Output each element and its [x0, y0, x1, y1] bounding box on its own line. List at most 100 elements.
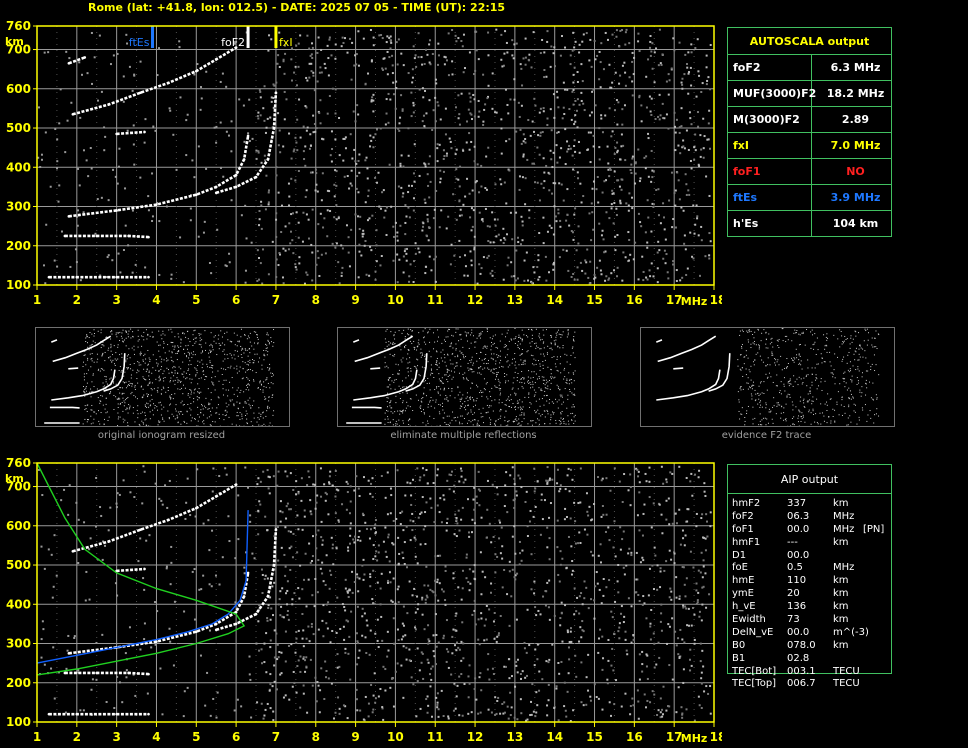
noise-dot [692, 566, 695, 569]
thumbnail-eliminate-image [346, 328, 576, 427]
thumb-noise [444, 341, 446, 343]
noise-dot [522, 153, 525, 156]
noise-dot [537, 254, 540, 257]
thumb-noise [454, 371, 456, 373]
noise-dot [412, 101, 415, 104]
noise-dot [379, 207, 382, 210]
thumb-noise [815, 377, 817, 379]
thumb-noise [552, 413, 554, 415]
noise-dot [525, 651, 528, 654]
noise-dot [615, 207, 618, 210]
noise-dot [576, 266, 579, 269]
thumb-noise [849, 343, 851, 345]
noise-dot [269, 646, 272, 649]
noise-dot [509, 474, 512, 477]
noise-dot [428, 43, 431, 46]
thumb-noise [520, 424, 522, 426]
thumb-noise [530, 387, 532, 389]
noise-dot [632, 258, 635, 261]
thumb-noise [429, 400, 431, 402]
noise-dot [90, 167, 93, 170]
noise-dot [39, 166, 42, 169]
thumb-noise [448, 387, 450, 389]
noise-dot [312, 114, 315, 117]
thumb-noise [103, 423, 105, 425]
thumb-noise [247, 423, 249, 425]
thumb-noise [149, 382, 151, 384]
thumb-noise [807, 393, 809, 395]
noise-dot [618, 626, 621, 629]
thumb-noise [229, 399, 231, 401]
noise-dot [432, 109, 435, 112]
noise-dot [546, 546, 549, 549]
thumb-noise [467, 332, 469, 334]
thumb-noise [750, 347, 752, 349]
noise-dot [385, 233, 388, 236]
noise-dot [684, 173, 687, 176]
noise-dot [452, 193, 455, 196]
thumb-noise [546, 352, 548, 354]
x-tick-label: 16 [626, 293, 643, 307]
noise-dot [681, 77, 684, 80]
thumb-noise [182, 332, 184, 334]
noise-dot [268, 34, 271, 37]
noise-dot [631, 196, 634, 199]
noise-dot [608, 217, 611, 220]
thumb-noise [452, 363, 454, 365]
thumb-noise [523, 414, 525, 416]
noise-dot [376, 618, 379, 621]
noise-dot [426, 173, 429, 176]
thumb-noise [524, 382, 526, 384]
noise-dot [468, 192, 471, 195]
thumb-noise [553, 412, 555, 414]
noise-dot [158, 273, 161, 276]
noise-dot [581, 40, 584, 43]
noise-dot [537, 278, 540, 281]
thumb-noise [142, 423, 144, 425]
noise-dot [514, 279, 517, 282]
noise-dot [438, 143, 441, 146]
noise-dot [316, 250, 319, 253]
thumb-noise [93, 386, 95, 388]
thumb-noise [747, 339, 749, 341]
noise-dot [515, 130, 518, 133]
thumb-noise [86, 410, 88, 412]
thumb-noise [157, 387, 159, 389]
noise-dot [410, 503, 413, 506]
thumb-noise [494, 399, 496, 401]
noise-dot [292, 488, 295, 491]
noise-dot [78, 61, 81, 64]
noise-dot [511, 238, 514, 241]
thumb-noise [770, 410, 772, 412]
thumb-noise [859, 345, 861, 347]
marker-label-fxi: fxI [279, 36, 293, 49]
noise-dot [526, 158, 529, 161]
thumb-noise [811, 381, 813, 383]
thumb-noise [757, 393, 759, 395]
noise-dot [134, 263, 137, 266]
noise-dot [77, 209, 80, 212]
thumb-noise [138, 423, 140, 425]
noise-dot [324, 660, 327, 663]
thumb-noise [144, 404, 146, 406]
noise-dot [619, 548, 622, 551]
thumb-noise [195, 374, 197, 376]
noise-dot [109, 63, 112, 66]
thumb-noise [164, 352, 166, 354]
noise-dot [259, 90, 262, 93]
thumb-noise [520, 378, 522, 380]
noise-dot [508, 169, 511, 172]
thumb-noise [206, 376, 208, 378]
noise-dot [517, 241, 520, 244]
thumb-noise [481, 395, 483, 397]
thumb-noise [445, 336, 447, 338]
thumb-noise [466, 378, 468, 380]
noise-dot [678, 41, 681, 44]
thumb-noise [210, 399, 212, 401]
thumb-noise [121, 401, 123, 403]
thumb-noise [266, 344, 268, 346]
thumb-noise [811, 400, 813, 402]
noise-dot [694, 149, 697, 152]
thumb-noise [436, 360, 438, 362]
noise-dot [477, 99, 480, 102]
